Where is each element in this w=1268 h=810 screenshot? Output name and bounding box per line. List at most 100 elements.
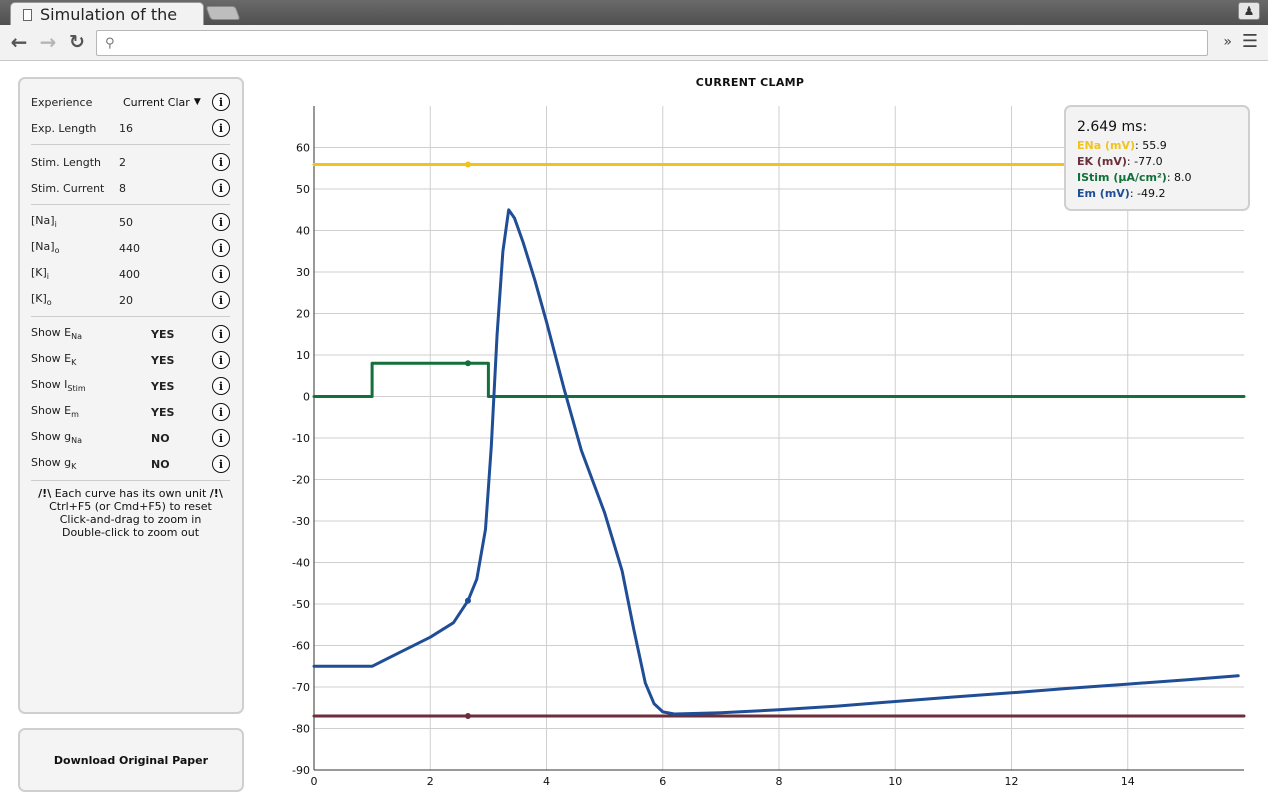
stim-length-row: Stim. Length 2 i (31, 149, 230, 175)
info-icon[interactable]: i (212, 93, 230, 111)
y-tick-label: -90 (292, 764, 310, 777)
reload-icon[interactable]: ↻ (66, 31, 88, 53)
cursor-point (464, 161, 471, 168)
tooltip-row: ENa (mV): 55.9 (1077, 138, 1248, 154)
y-tick-label: -10 (292, 432, 310, 445)
k-i-label: [K]i (31, 266, 50, 282)
overflow-chevron[interactable]: » (1223, 34, 1232, 50)
divider (31, 316, 230, 317)
stim-current-label: Stim. Current (31, 181, 105, 195)
cursor-point (464, 713, 471, 720)
info-icon[interactable]: i (212, 213, 230, 231)
back-icon[interactable]: ← (8, 30, 30, 54)
show-gna-row: Show gNa NO i (31, 425, 230, 451)
tab-active[interactable]: Simulation of the (10, 2, 204, 26)
show-istim-label: Show IStim (31, 378, 86, 394)
new-tab-button[interactable] (205, 6, 241, 20)
menu-icon[interactable]: ☰ (1242, 33, 1258, 51)
show-istim-row: Show IStim YES i (31, 373, 230, 399)
tooltip-time: 2.649 ms: (1077, 119, 1148, 135)
tooltip-value: : 8.0 (1166, 171, 1192, 184)
stim-length-label: Stim. Length (31, 155, 102, 169)
tooltip-row: EK (mV): -77.0 (1077, 154, 1248, 170)
tooltip-key: EK (mV) (1077, 155, 1127, 168)
info-icon[interactable]: i (212, 119, 230, 137)
exp-length-label: Exp. Length (31, 121, 97, 135)
info-icon[interactable]: i (212, 403, 230, 421)
divider (31, 204, 230, 205)
info-icon[interactable]: i (212, 239, 230, 257)
na-o-row: [Na]o 440 i (31, 235, 230, 261)
notes-line-2: Ctrl+F5 (or Cmd+F5) to reset (49, 500, 212, 513)
tab-fade (173, 3, 203, 26)
na-i-row: [Na]i 50 i (31, 209, 230, 235)
y-tick-label: 30 (296, 266, 310, 279)
notes-line-4: Double-click to zoom out (61, 526, 200, 539)
divider (31, 144, 230, 145)
x-tick-label: 4 (543, 775, 550, 788)
x-tick-label: 14 (1121, 775, 1135, 788)
y-tick-label: -50 (292, 598, 310, 611)
exp-length-row: Exp. Length 16 i (31, 115, 230, 141)
y-tick-label: 60 (296, 142, 310, 155)
info-icon[interactable]: i (212, 179, 230, 197)
show-em-row: Show Em YES i (31, 399, 230, 425)
y-tick-label: 10 (296, 349, 310, 362)
hover-tooltip: 2.649 ms: ENa (mV): 55.9 EK (mV): -77.0 IS… (1064, 105, 1250, 211)
info-icon[interactable]: i (212, 377, 230, 395)
download-paper-button[interactable]: Download Original Paper (18, 728, 244, 792)
show-ena-row: Show ENa YES i (31, 321, 230, 347)
usage-notes: /!\ Each curve has its own unit /!\ Ctrl… (31, 487, 230, 539)
chart-title: CURRENT CLAMP (695, 76, 805, 89)
tooltip-value: : -49.2 (1129, 187, 1166, 200)
x-tick-label: 0 (311, 775, 318, 788)
info-icon[interactable]: i (212, 325, 230, 343)
na-i-label: [Na]i (31, 214, 57, 230)
cursor-point (464, 597, 471, 604)
show-gk-row: Show gK NO i (31, 451, 230, 477)
tooltip-row: IStim (µA/cm²): 8.0 (1077, 170, 1248, 186)
y-tick-label: -60 (292, 640, 310, 653)
y-tick-label: -30 (292, 515, 310, 528)
tooltip-row: Em (mV): -49.2 (1077, 186, 1248, 202)
x-tick-label: 8 (776, 775, 783, 788)
browser-toolbar: ← → ↻ ⚲ » ☰ (0, 25, 1268, 61)
address-bar[interactable]: ⚲ (96, 30, 1208, 56)
address-input[interactable] (125, 34, 1207, 52)
show-gk-label: Show gK (31, 456, 77, 472)
tab-title: Simulation of the (40, 5, 178, 24)
info-icon[interactable]: i (212, 351, 230, 369)
na-o-label: [Na]o (31, 240, 60, 256)
tooltip-value: : -77.0 (1126, 155, 1163, 168)
parameter-panel: Experience Current Clar ▼ i Exp. Length … (18, 77, 244, 714)
y-tick-label: 20 (296, 308, 310, 321)
k-i-row: [K]i 400 i (31, 261, 230, 287)
k-o-label: [K]o (31, 292, 52, 308)
cursor-point (464, 360, 471, 367)
info-icon[interactable]: i (212, 429, 230, 447)
dropdown-caret-icon: ▼ (193, 97, 201, 107)
show-gna-label: Show gNa (31, 430, 83, 446)
tooltip-key: Em (mV) (1077, 187, 1130, 200)
tooltip-value: : 55.9 (1135, 139, 1167, 152)
show-ek-row: Show EK YES i (31, 347, 230, 373)
notes-line-3: Click-and-drag to zoom in (59, 513, 202, 526)
x-tick-label: 10 (888, 775, 902, 788)
info-icon[interactable]: i (212, 265, 230, 283)
y-tick-label: 0 (303, 391, 310, 404)
y-tick-label: 40 (296, 225, 310, 238)
y-tick-label: -70 (292, 681, 310, 694)
x-tick-label: 6 (659, 775, 666, 788)
info-icon[interactable]: i (212, 153, 230, 171)
document-icon (23, 8, 32, 21)
show-em-label: Show Em (31, 404, 79, 420)
search-icon: ⚲ (105, 36, 115, 51)
experience-select[interactable]: Current Clar ▼ (123, 96, 201, 109)
info-icon[interactable]: i (212, 455, 230, 473)
series-line (312, 208, 1240, 716)
info-icon[interactable]: i (212, 291, 230, 309)
profile-icon[interactable]: ♟ (1238, 2, 1260, 20)
x-tick-label: 2 (427, 775, 434, 788)
y-tick-label: -80 (292, 723, 310, 736)
forward-icon[interactable]: → (37, 30, 59, 54)
